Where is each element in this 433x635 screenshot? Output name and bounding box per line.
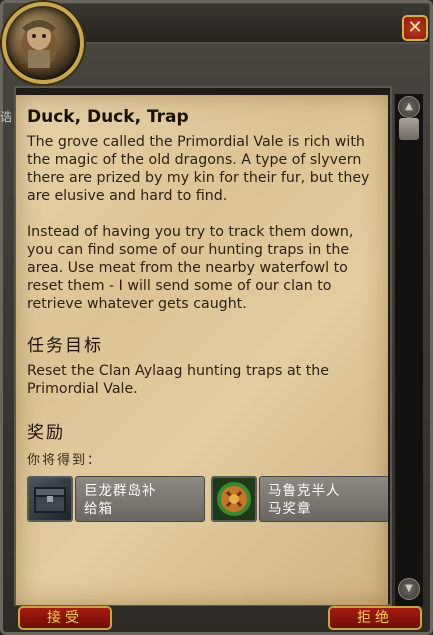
objectives-heading: 任务目标 [27,336,103,356]
quest-description: The grove called the Primordial Vale is … [27,134,370,312]
rewards-list: 巨龙群岛补 给箱 马鲁克半人 马奖章 [27,474,388,528]
chevron-up-icon: ▲ [405,101,413,112]
title-bar [60,4,429,44]
offscreen-text-fragment: 诰 [0,110,13,124]
scrollbar[interactable]: ▲ ▼ [394,94,423,606]
close-button[interactable]: ✕ [402,15,428,41]
decline-button[interactable]: 拒绝 [328,606,422,630]
scroll-thumb[interactable] [399,118,419,140]
centaur-medal-icon [211,476,257,522]
reward-label: 巨龙群岛补 给箱 [75,476,205,522]
npc-portrait [2,2,84,84]
objective-text: Reset the Clan Aylaag hunting traps at t… [27,363,329,397]
supply-chest-icon [27,476,73,522]
rewards-subheading: 你将得到： [27,453,103,468]
chevron-down-icon: ▼ [405,583,413,594]
close-icon: ✕ [407,17,423,38]
rewards-heading: 奖励 [27,423,65,443]
quest-title: Duck, Duck, Trap [27,107,189,127]
reward-label: 马鲁克半人 马奖章 [259,476,388,522]
accept-button[interactable]: 接受 [18,606,112,630]
scroll-up-button[interactable]: ▲ [398,96,420,118]
scroll-down-button[interactable]: ▼ [398,578,420,600]
quest-content: Duck, Duck, Trap The grove called the Pr… [27,107,388,528]
quest-parchment: Duck, Duck, Trap The grove called the Pr… [16,95,388,605]
reward-item[interactable]: 马鲁克半人 马奖章 [211,474,388,524]
reward-item[interactable]: 巨龙群岛补 给箱 [27,474,205,524]
